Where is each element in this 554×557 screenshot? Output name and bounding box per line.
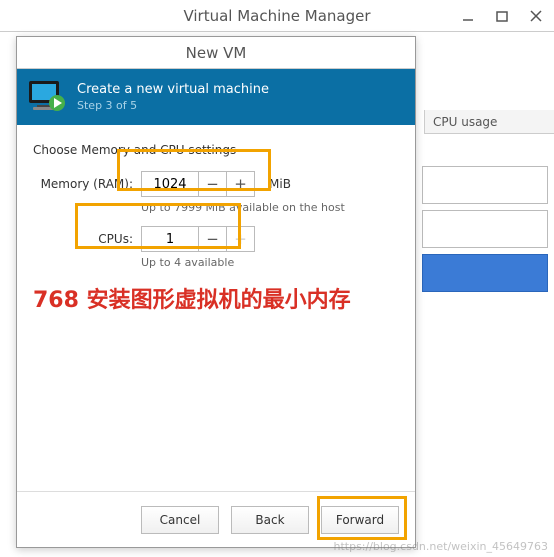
vm-list-cell: [422, 210, 548, 248]
cpus-input[interactable]: [142, 227, 198, 251]
memory-row: Memory (RAM): − + MiB: [33, 171, 399, 197]
memory-hint: Up to 7999 MiB available on the host: [141, 201, 399, 214]
memory-spinner: − +: [141, 171, 255, 197]
banner-title: Create a new virtual machine: [77, 82, 269, 97]
vm-list-cell-selected[interactable]: [422, 254, 548, 292]
dialog-titlebar: New VM: [17, 37, 415, 69]
close-button[interactable]: [522, 5, 550, 27]
memory-decrement-button[interactable]: −: [198, 172, 226, 196]
close-icon: [530, 10, 542, 22]
back-button[interactable]: Back: [231, 506, 309, 534]
watermark: https://blog.csdn.net/weixin_45649763: [333, 540, 548, 553]
cpus-row: CPUs: − +: [33, 226, 399, 252]
cpus-label: CPUs:: [33, 232, 133, 246]
maximize-button[interactable]: [488, 5, 516, 27]
cpus-hint: Up to 4 available: [141, 256, 399, 269]
minimize-button[interactable]: [454, 5, 482, 27]
vm-list-cell: [422, 166, 548, 204]
maximize-icon: [496, 10, 508, 22]
cpus-spinner: − +: [141, 226, 255, 252]
memory-unit: MiB: [269, 177, 291, 191]
memory-increment-button[interactable]: +: [226, 172, 254, 196]
cpu-usage-column-header: CPU usage: [424, 110, 554, 134]
annotation-text: 768 安装图形虚拟机的最小内存: [33, 281, 393, 321]
forward-button[interactable]: Forward: [321, 506, 399, 534]
cancel-button[interactable]: Cancel: [141, 506, 219, 534]
main-window-titlebar: Virtual Machine Manager: [0, 0, 554, 32]
vm-icon: [27, 77, 67, 117]
section-label: Choose Memory and CPU settings: [33, 143, 399, 157]
dialog-banner: Create a new virtual machine Step 3 of 5: [17, 69, 415, 125]
cpus-decrement-button[interactable]: −: [198, 227, 226, 251]
cpus-increment-button[interactable]: +: [226, 227, 254, 251]
banner-step: Step 3 of 5: [77, 99, 269, 112]
main-window-title: Virtual Machine Manager: [183, 7, 370, 25]
memory-label: Memory (RAM):: [33, 177, 133, 191]
memory-input[interactable]: [142, 172, 198, 196]
dialog-body: Choose Memory and CPU settings Memory (R…: [17, 125, 415, 491]
minimize-icon: [462, 10, 474, 22]
dialog-title: New VM: [186, 44, 247, 62]
new-vm-dialog: New VM Create a new virtual machine Step…: [16, 36, 416, 548]
dialog-footer: Cancel Back Forward: [17, 491, 415, 547]
